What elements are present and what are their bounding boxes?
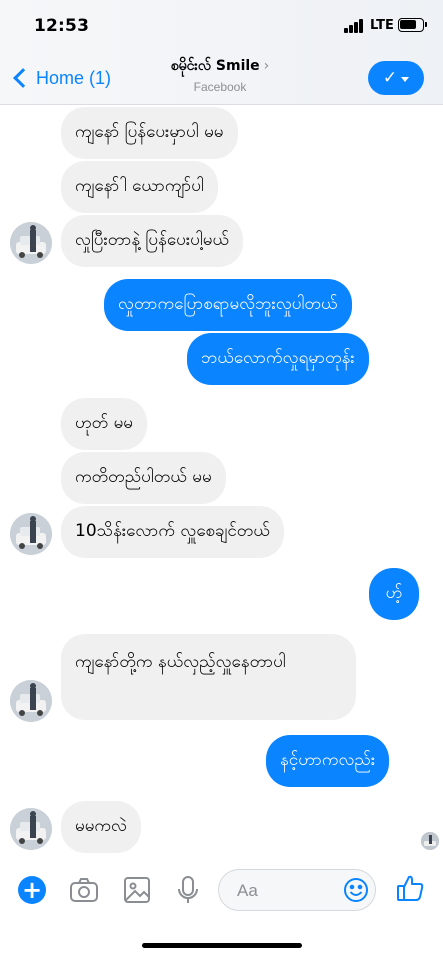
contact-avatar[interactable] — [10, 513, 52, 555]
status-bar: 12:53 LTE — [0, 0, 443, 50]
contact-avatar[interactable] — [10, 680, 52, 722]
contact-avatar[interactable] — [10, 222, 52, 264]
message-incoming[interactable]: ဟုတ် မမ — [61, 398, 148, 450]
message-text: ကျနော်တို့က နယ်လှည့်လှူနေတာပါ — [75, 652, 286, 672]
message-input-placeholder: Aa — [237, 881, 258, 900]
message-text: ဟုတ် မမ — [75, 412, 134, 433]
contact-avatar[interactable] — [10, 808, 52, 850]
microphone-icon[interactable] — [172, 874, 204, 906]
message-text: နင့်ဟာကလည်း — [280, 749, 376, 770]
chevron-right-icon: › — [263, 58, 270, 74]
message-outgoing[interactable]: နင့်ဟာကလည်း — [266, 735, 390, 787]
message-incoming[interactable]: လှုပြီးတာနဲ့ ပြန်ပေးပါ့မယ် — [61, 215, 243, 267]
seen-avatar — [421, 832, 439, 850]
chevron-left-icon — [13, 68, 33, 88]
thumbs-up-icon[interactable] — [395, 873, 425, 903]
smiley-icon[interactable] — [343, 877, 369, 903]
network-label: LTE — [370, 18, 394, 33]
message-text: ဘယ်လောက်လှုရမှာတုန်း — [201, 347, 355, 368]
dropdown-caret-icon — [401, 76, 410, 82]
conversation-action-button[interactable]: ✓ — [368, 61, 424, 95]
back-label: Home (1) — [36, 67, 112, 88]
plus-icon[interactable]: + — [18, 876, 46, 904]
message-input[interactable]: Aa — [218, 869, 376, 911]
message-incoming[interactable]: ကတိတည်ပါတယ် မမ — [61, 452, 226, 504]
conversation-header: Home (1) စမိုင်းလ် Smile › Facebook ✓ — [0, 50, 443, 105]
message-text: မမကလဲ — [75, 815, 127, 836]
message-incoming[interactable]: ကျနော် ပြန်ပေးမှာပါ မမ — [61, 107, 238, 159]
signal-icon — [344, 19, 366, 33]
home-indicator[interactable] — [142, 943, 302, 948]
checkmark-icon: ✓ — [382, 68, 398, 88]
contact-title[interactable]: စမိုင်းလ် Smile › Facebook — [140, 56, 300, 94]
camera-icon[interactable] — [68, 874, 100, 906]
message-incoming[interactable]: ကျနော်ါ ယောကျာ်ပါ — [61, 161, 218, 213]
message-text: ကတိတည်ပါတယ် မမ — [75, 466, 212, 487]
status-time: 12:53 — [34, 16, 90, 36]
message-text: ဟ့် — [385, 582, 403, 603]
contact-subtitle: Facebook — [193, 80, 247, 94]
message-outgoing[interactable]: ဟ့် — [369, 568, 419, 620]
message-text: 10သိန်းလောက် လှူစေချင်တယ် — [75, 520, 270, 541]
back-button[interactable]: Home (1) — [10, 64, 111, 92]
message-text: ကျနော် ပြန်ပေးမှာပါ မမ — [75, 121, 224, 142]
message-composer: + Aa — [0, 862, 443, 916]
message-text: လှုပြီးတာနဲ့ ပြန်ပေးပါ့မယ် — [75, 229, 229, 250]
message-text: လှုတာကပြောစရာမလိုဘူးလှုပါတယ် — [118, 293, 338, 314]
message-outgoing[interactable]: လှုတာကပြောစရာမလိုဘူးလှုပါတယ် — [104, 279, 352, 331]
message-incoming[interactable]: ကျနော်တို့က နယ်လှည့်လှူနေတာပါ — [61, 634, 356, 720]
message-text: ကျနော်ါ ယောကျာ်ပါ — [75, 175, 204, 196]
image-icon[interactable] — [121, 874, 153, 906]
contact-name: စမိုင်းလ် Smile — [170, 58, 260, 74]
battery-icon — [398, 18, 427, 32]
message-outgoing[interactable]: ဘယ်လောက်လှုရမှာတုန်း — [187, 333, 369, 385]
message-incoming[interactable]: 10သိန်းလောက် လှူစေချင်တယ် — [61, 506, 284, 558]
message-incoming[interactable]: မမကလဲ — [61, 801, 141, 853]
